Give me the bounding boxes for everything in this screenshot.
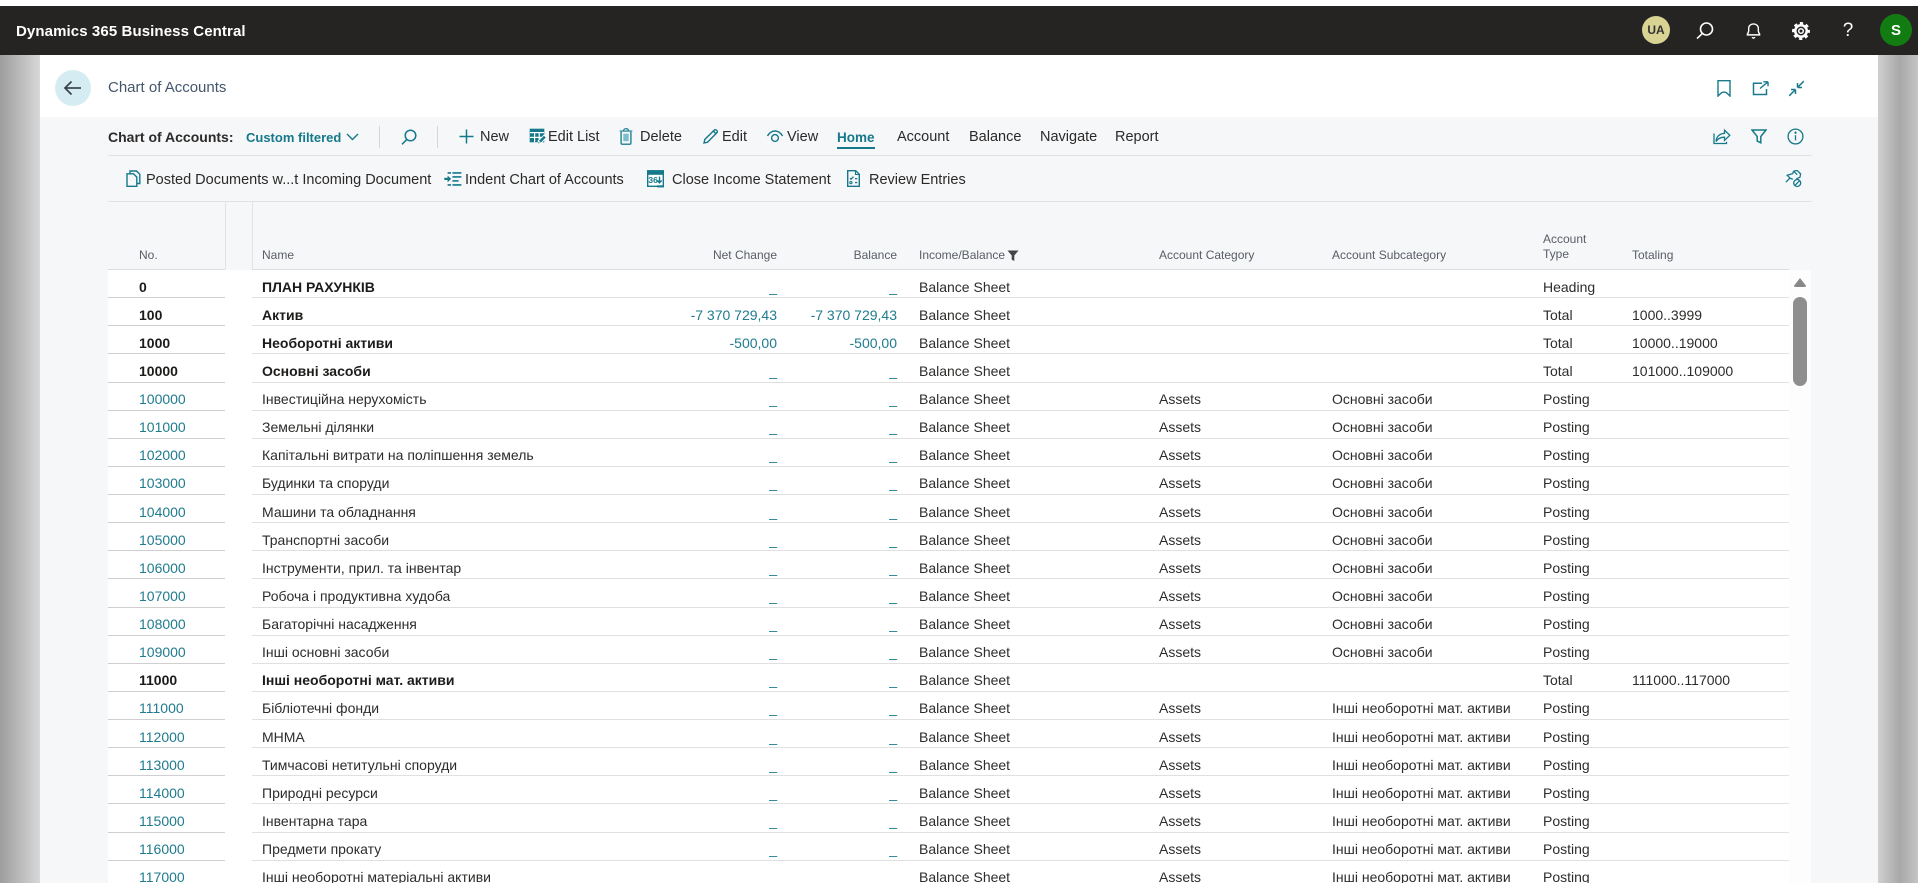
svg-text:36: 36 <box>648 175 658 185</box>
